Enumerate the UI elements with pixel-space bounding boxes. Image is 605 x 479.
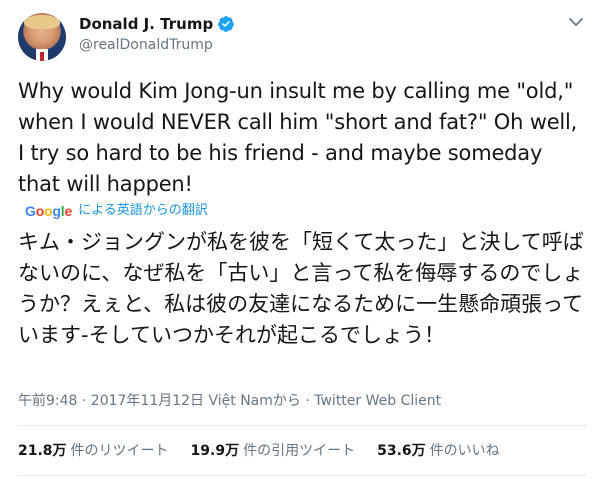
retweets-stat[interactable]: 21.8万 件のリツイート <box>18 441 169 461</box>
user-display-name[interactable]: Donald J. Trump <box>79 14 235 34</box>
translated-text: キム・ジョングンが私を彼を「短くて太った」と決して呼ばないのに、なぜ私を「古い」… <box>18 230 584 347</box>
chevron-down-icon[interactable] <box>567 16 585 28</box>
divider <box>18 425 587 426</box>
quotes-label: 件の引用ツイート <box>243 443 356 459</box>
tweet-text: Why would Kim Jong-un insult me by calli… <box>18 79 578 196</box>
quotes-count: 19.9万 <box>190 443 240 459</box>
translation-label: による英語からの翻訳 <box>78 203 208 218</box>
quotes-stat[interactable]: 19.9万 件の引用ツイート <box>191 441 356 461</box>
avatar-tie <box>40 52 44 61</box>
bottom-divider <box>18 475 587 476</box>
likes-count: 53.6万 <box>377 443 426 459</box>
tweet-card: Donald J. Trump @realDonaldTrump Why wou… <box>0 0 605 479</box>
retweets-count: 21.8万 <box>18 443 67 459</box>
retweets-label: 件のリツイート <box>70 443 169 459</box>
tweet-stats: 21.8万 件のリツイート 19.9万 件の引用ツイート 53.6万 件のいいね <box>18 441 522 461</box>
likes-label: 件のいいね <box>429 443 500 459</box>
translation-attribution[interactable]: Google による英語からの翻訳 <box>25 202 208 220</box>
tweet-meta[interactable]: 午前9:48 · 2017年11月12日 Việt Namから · Twitte… <box>18 391 441 411</box>
display-name-text: Donald J. Trump <box>79 15 214 33</box>
avatar[interactable] <box>18 13 66 61</box>
likes-stat[interactable]: 53.6万 件のいいね <box>377 441 500 461</box>
verified-badge-icon <box>218 16 235 32</box>
user-handle[interactable]: @realDonaldTrump <box>79 36 213 54</box>
avatar-hair <box>24 15 60 29</box>
google-logo: Google <box>25 203 73 219</box>
